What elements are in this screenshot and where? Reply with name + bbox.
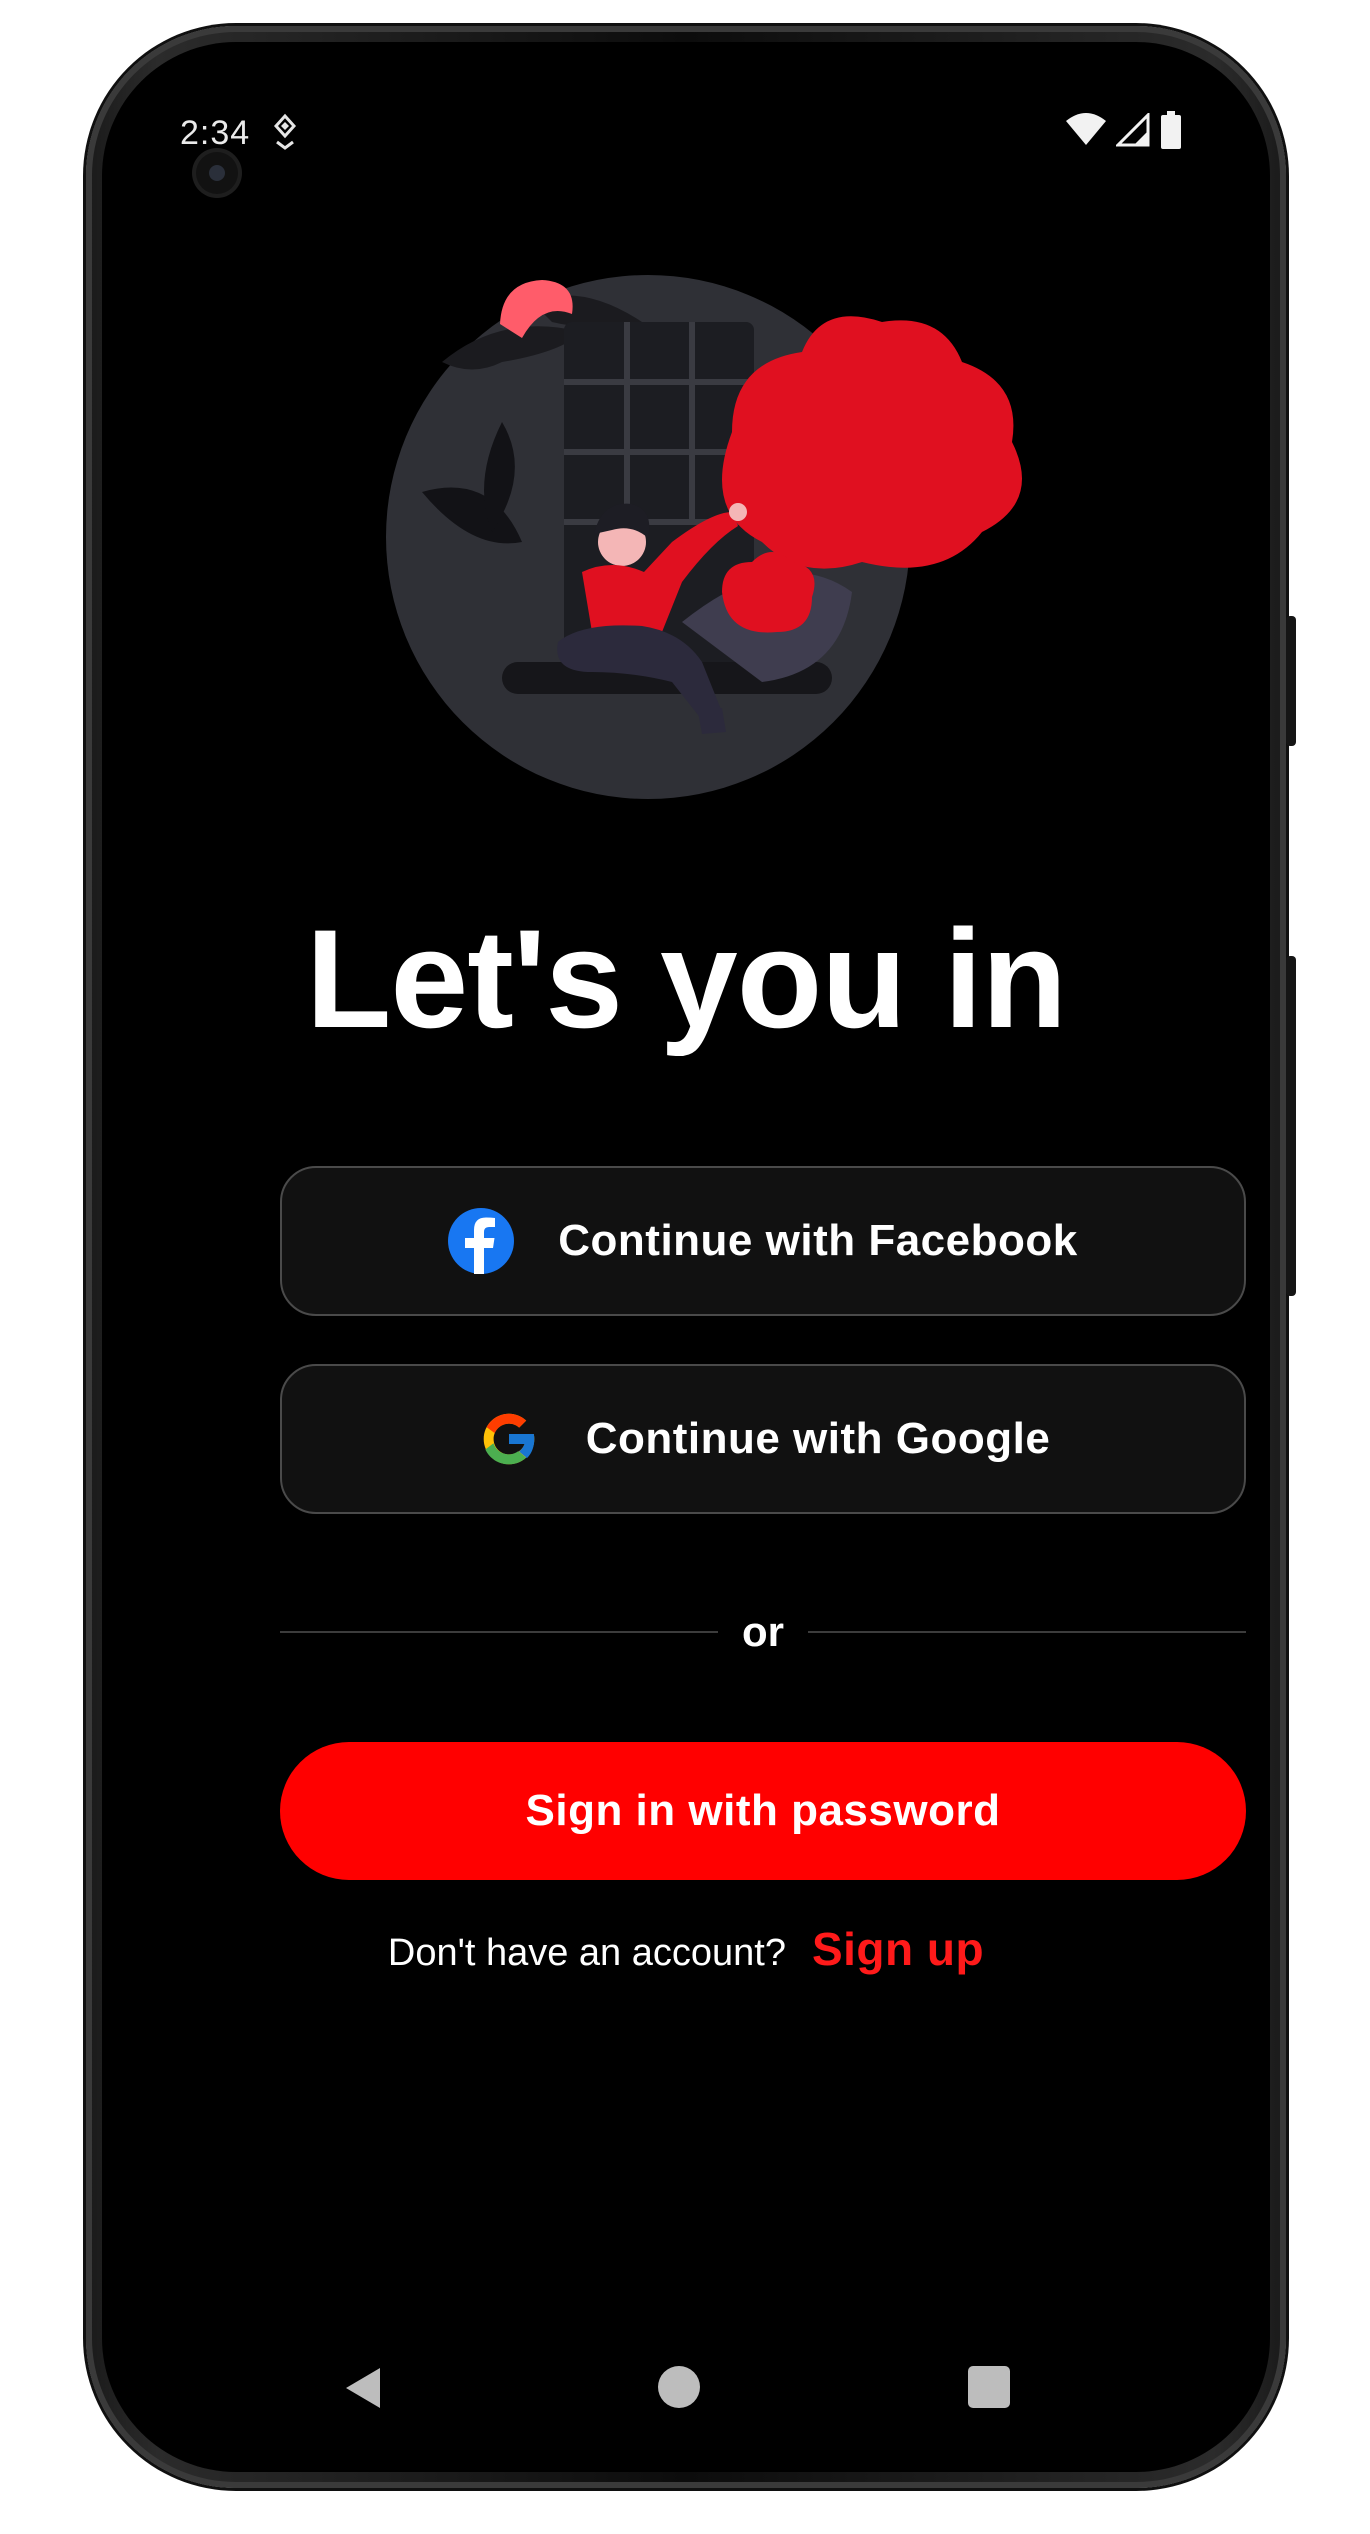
status-icons	[1066, 110, 1182, 154]
status-bar: 2:34	[102, 42, 1270, 194]
continue-with-google-button[interactable]: Continue with Google	[280, 1364, 1246, 1514]
signal-icon	[1114, 110, 1150, 152]
page-title: Let's you in	[305, 900, 1067, 1057]
phone-frame: 2:34 Let's you in Continue with Facebook…	[86, 26, 1296, 2488]
or-divider: or	[280, 1602, 1246, 1662]
battery-icon	[1160, 110, 1182, 154]
facebook-icon	[448, 1208, 515, 1274]
google-icon	[476, 1406, 542, 1472]
sign-up-link[interactable]: Sign up	[812, 1922, 984, 1976]
divider-line-right	[808, 1631, 1246, 1633]
recents-icon[interactable]	[968, 2366, 1010, 2408]
divider-line-left	[280, 1631, 718, 1633]
location-icon	[270, 112, 300, 152]
signup-row: Don't have an account? Sign up	[102, 1922, 1270, 1976]
signup-prompt: Don't have an account?	[387, 1932, 786, 1974]
screen: 2:34 Let's you in Continue with Facebook…	[102, 42, 1270, 2472]
continue-with-facebook-button[interactable]: Continue with Facebook	[280, 1166, 1246, 1316]
login-illustration	[382, 242, 1042, 842]
volume-button	[1286, 956, 1296, 1296]
home-icon[interactable]	[658, 2366, 700, 2408]
power-button	[1286, 616, 1296, 746]
sign-in-with-password-button[interactable]: Sign in with password	[280, 1742, 1246, 1880]
facebook-button-label: Continue with Facebook	[558, 1216, 1078, 1265]
navigation-bar	[102, 2342, 1270, 2422]
status-time: 2:34	[180, 114, 251, 152]
divider-text: or	[742, 1608, 784, 1655]
back-icon[interactable]	[344, 2366, 382, 2415]
google-button-label: Continue with Google	[585, 1414, 1051, 1463]
front-camera	[196, 152, 238, 194]
wifi-icon	[1066, 112, 1106, 152]
